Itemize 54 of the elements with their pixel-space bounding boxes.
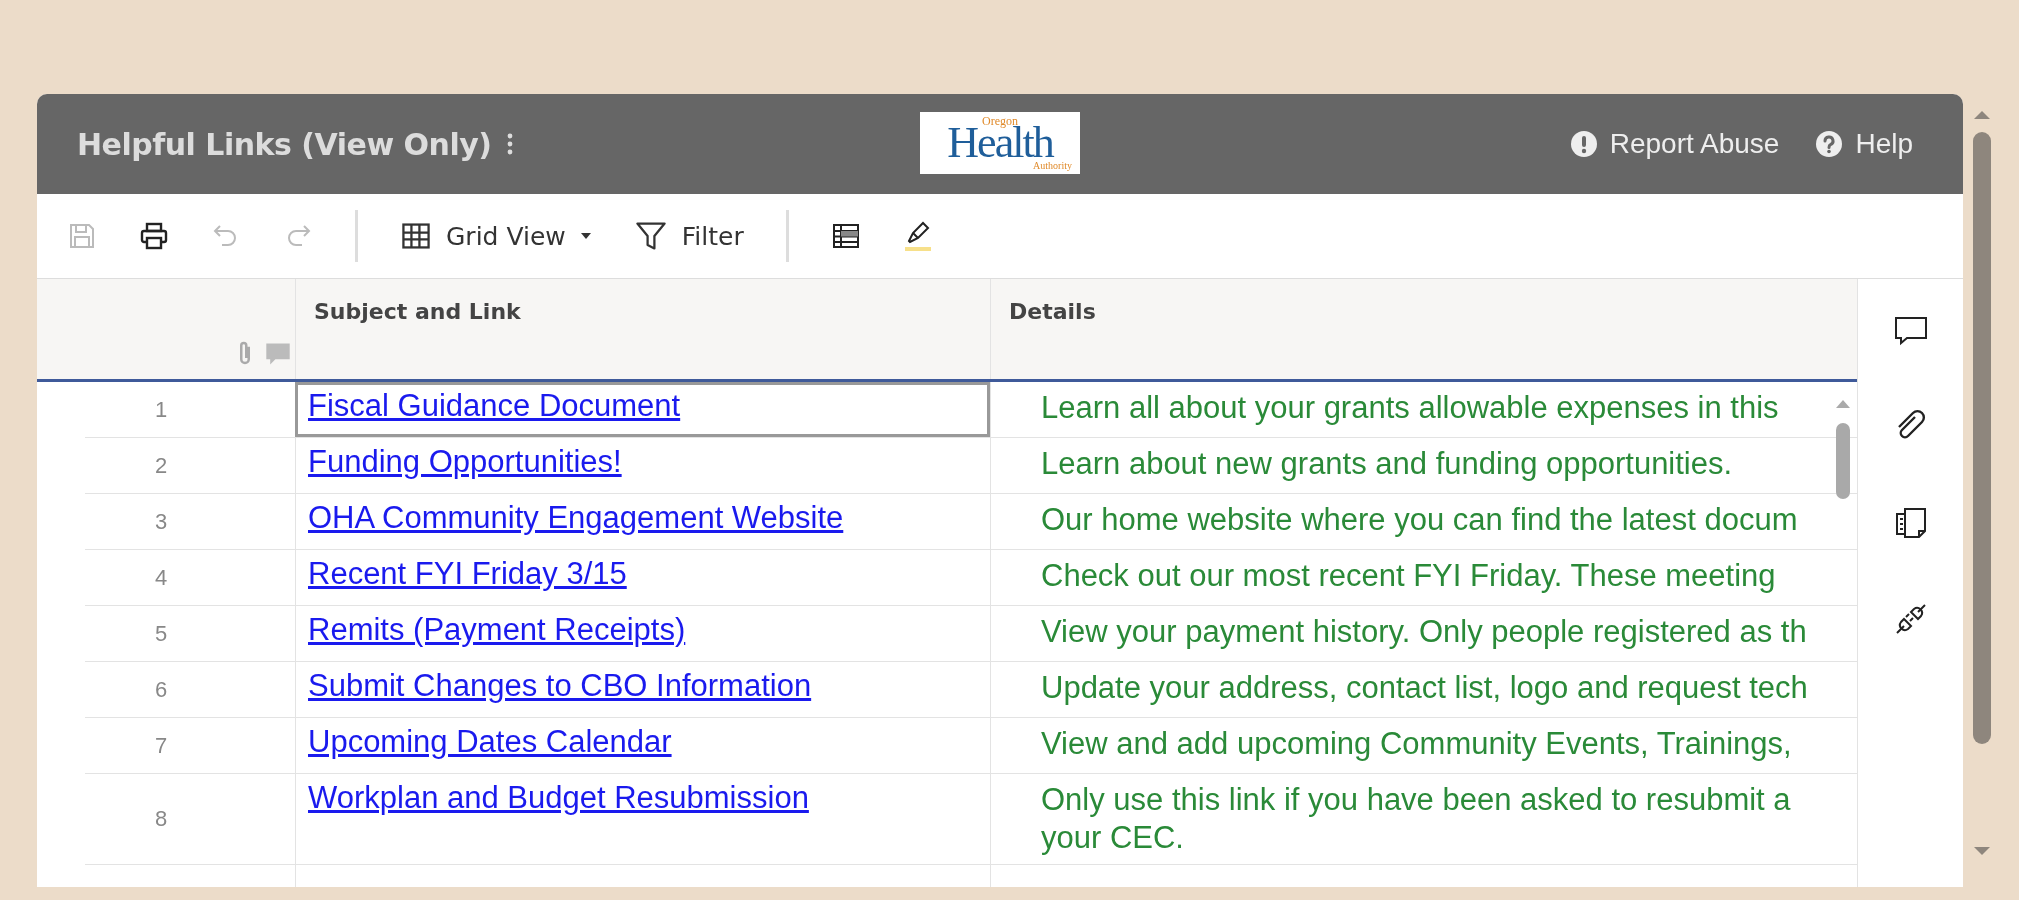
alert-icon xyxy=(1569,130,1598,158)
help-link[interactable]: Help xyxy=(1815,128,1913,160)
details-text: Check out our most recent FYI Friday. These meeting xyxy=(1041,557,1776,595)
row-number: 7 xyxy=(153,731,169,760)
grid-view-dropdown[interactable]: Grid View xyxy=(400,220,592,252)
table-icon[interactable] xyxy=(830,221,861,251)
row-number: 1 xyxy=(153,395,169,424)
row-number: 3 xyxy=(153,507,169,536)
details-text: View your payment history. Only people registered as th xyxy=(1041,613,1807,651)
details-text: View and add upcoming Community Events, Trainings, xyxy=(1041,725,1792,763)
table-cell[interactable]: OHA Community Engagement Website xyxy=(295,494,990,549)
details-text: Our home website where you can find the latest docum xyxy=(1041,501,1798,539)
subject-link[interactable]: Remits (Payment Receipts) xyxy=(308,612,686,648)
row-number: 5 xyxy=(153,619,169,648)
subject-link[interactable]: Fiscal Guidance Document xyxy=(308,388,681,424)
caret-icon xyxy=(579,232,592,240)
subject-link[interactable]: Submit Changes to CBO Information xyxy=(308,668,812,704)
sheet-title: Helpful Links (View Only) xyxy=(77,126,492,162)
report-abuse-link[interactable]: Report Abuse xyxy=(1569,128,1780,160)
highlighter-icon[interactable] xyxy=(902,219,933,253)
filter-button[interactable]: Filter xyxy=(633,219,744,253)
subject-link[interactable]: Workplan and Budget Resubmission xyxy=(308,780,809,816)
print-icon[interactable] xyxy=(139,221,169,251)
table-cell[interactable]: Remits (Payment Receipts) xyxy=(295,606,990,661)
subject-link[interactable]: Recent FYI Friday 3/15 xyxy=(308,556,627,592)
row-number: 8 xyxy=(153,805,169,833)
comment-icon xyxy=(265,341,291,367)
scroll-up-icon[interactable] xyxy=(1973,110,1991,120)
table-cell[interactable]: Fiscal Guidance Document xyxy=(295,382,990,437)
table-cell[interactable]: Funding Opportunities! xyxy=(295,438,990,493)
row-number: 6 xyxy=(153,675,169,704)
table-cell[interactable]: Workplan and Budget Resubmission xyxy=(295,774,990,864)
details-text: Only use this link if you have been asked to resubmit a your CEC. xyxy=(1041,781,1791,857)
scroll-up-icon[interactable] xyxy=(1835,399,1851,409)
table-cell[interactable]: Submit Changes to CBO Information xyxy=(295,662,990,717)
column-header[interactable]: Details xyxy=(990,279,1857,379)
table-cell[interactable]: Recent FYI Friday 3/15 xyxy=(295,550,990,605)
scroll-down-icon[interactable] xyxy=(1973,846,1991,856)
table-cell[interactable]: Upcoming Dates Calendar xyxy=(295,718,990,773)
subject-link[interactable]: Upcoming Dates Calendar xyxy=(308,724,672,760)
subject-link[interactable]: OHA Community Engagement Website xyxy=(308,500,844,536)
column-header[interactable]: Subject and Link xyxy=(295,279,990,379)
details-text: Learn all about your grants allowable expenses in this xyxy=(1041,389,1779,427)
help-icon xyxy=(1815,130,1844,158)
details-text: Learn about new grants and funding opportunities. xyxy=(1041,445,1733,483)
filter-icon xyxy=(633,219,668,253)
subject-link[interactable]: Funding Opportunities! xyxy=(308,444,622,480)
more-icon[interactable] xyxy=(507,133,514,155)
row-number: 4 xyxy=(153,563,169,592)
row-number: 2 xyxy=(153,451,169,480)
scrollbar-thumb[interactable] xyxy=(1973,132,1991,744)
grid-icon xyxy=(400,220,432,252)
scrollbar-thumb[interactable] xyxy=(1836,423,1850,499)
details-text: Update your address, contact list, logo and request tech xyxy=(1041,669,1808,707)
